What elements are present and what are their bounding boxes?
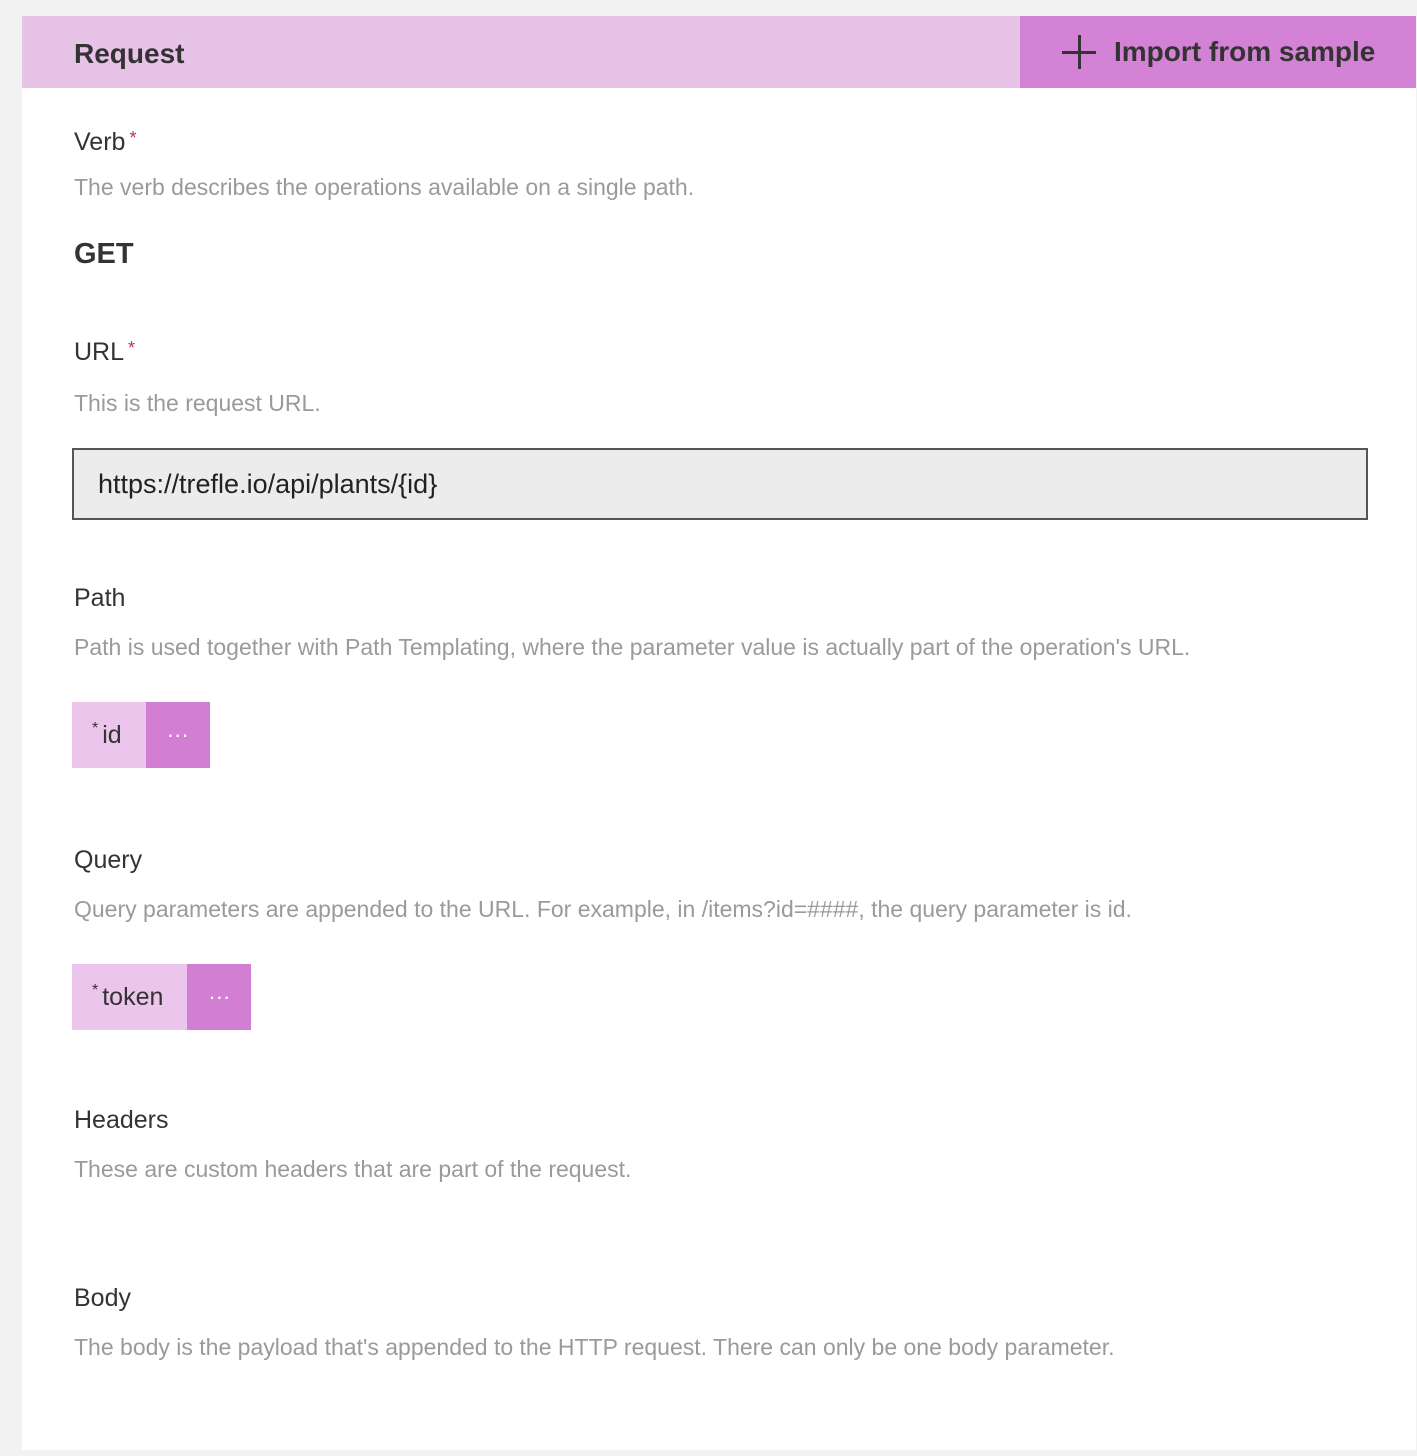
path-param-name: id	[102, 720, 122, 749]
import-from-sample-label: Import from sample	[1114, 36, 1376, 67]
path-label: Path	[74, 584, 126, 612]
headers-description: These are custom headers that are part o…	[74, 1156, 632, 1182]
query-label: Query	[74, 846, 143, 874]
required-mark: *	[129, 128, 137, 148]
path-param-more-button[interactable]: ···	[145, 702, 210, 768]
request-header: Request Import from sample	[22, 16, 1416, 88]
required-mark: *	[92, 982, 99, 999]
body-description: The body is the payload that's appended …	[74, 1334, 1115, 1360]
verb-description: The verb describes the operations availa…	[74, 174, 695, 200]
url-label-text: URL	[74, 338, 125, 366]
query-description: Query parameters are appended to the URL…	[74, 896, 1132, 922]
query-param-name: token	[102, 982, 164, 1011]
request-panel: Request Import from sample Verb * The ver…	[22, 16, 1416, 1450]
path-description: Path is used together with Path Templati…	[74, 634, 1191, 660]
verb-label-text: Verb	[74, 128, 126, 156]
headers-label: Headers	[74, 1106, 169, 1134]
url-label: URL *	[74, 338, 135, 367]
query-param-token[interactable]: * token	[72, 964, 188, 1030]
query-param-chip: * token ···	[72, 964, 252, 1030]
url-input[interactable]	[72, 448, 1368, 520]
required-mark: *	[128, 338, 136, 358]
required-mark: *	[92, 720, 99, 737]
import-from-sample-button[interactable]: Import from sample	[1020, 16, 1416, 88]
verb-label: Verb *	[74, 128, 136, 157]
query-param-more-button[interactable]: ···	[187, 964, 252, 1030]
plus-icon	[1062, 35, 1096, 69]
verb-value: GET	[74, 238, 134, 270]
path-param-chip: * id ···	[72, 702, 210, 768]
section-title: Request	[74, 38, 185, 69]
body-label: Body	[74, 1284, 131, 1312]
url-description: This is the request URL.	[74, 390, 321, 416]
path-param-id[interactable]: * id	[72, 702, 146, 768]
